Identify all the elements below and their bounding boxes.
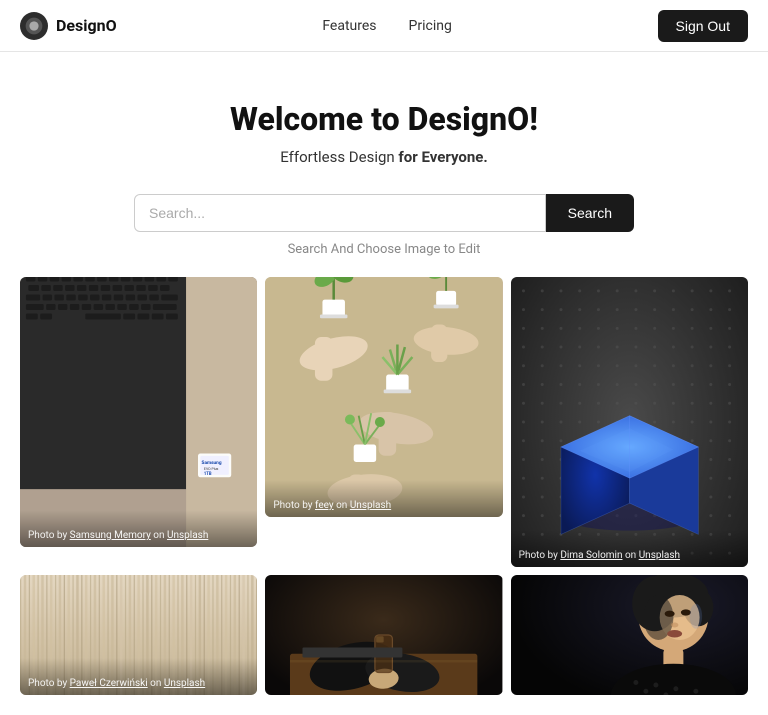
search-hint: Search And Choose Image to Edit (288, 242, 481, 257)
subtitle-plain: Effortless Design (280, 148, 398, 166)
grid-item-person-dark[interactable] (265, 575, 502, 695)
search-button[interactable]: Search (546, 194, 634, 232)
image-grid: Samsung EVO Plus 1TB Photo by Samsung Me… (0, 277, 768, 715)
grid-item-woman[interactable] (511, 575, 748, 695)
search-area: Search Search And Choose Image to Edit (0, 194, 768, 277)
navbar: DesignO Features Pricing Sign Out (0, 0, 768, 52)
source-link-wood[interactable]: Unsplash (164, 678, 205, 689)
source-link-cube[interactable]: Unsplash (639, 550, 680, 561)
svg-text:Samsung: Samsung (202, 460, 222, 466)
brand: DesignO (20, 12, 117, 40)
author-link-cube[interactable]: Dima Solomin (560, 550, 622, 561)
photo-bg-woman (511, 575, 748, 695)
photo-bg-laptop: Samsung EVO Plus 1TB (20, 277, 257, 547)
source-link-plants[interactable]: Unsplash (350, 500, 391, 511)
hero-title: Welcome to DesignO! (20, 100, 748, 138)
hero-section: Welcome to DesignO! Effortless Design fo… (0, 52, 768, 194)
grid-item-laptop[interactable]: Samsung EVO Plus 1TB Photo by Samsung Me… (20, 277, 257, 547)
nav-pricing[interactable]: Pricing (409, 18, 452, 34)
search-row: Search (134, 194, 634, 232)
caption-laptop: Photo by Samsung Memory on Unsplash (20, 510, 257, 547)
brand-name: DesignO (56, 16, 117, 35)
author-link-plants[interactable]: feey (315, 500, 334, 511)
source-link-laptop[interactable]: Unsplash (167, 530, 208, 541)
photo-bg-person-dark (265, 575, 502, 695)
grid-item-wood[interactable]: Photo by Paweł Czerwiński on Unsplash (20, 575, 257, 695)
caption-cube: Photo by Dima Solomin on Unsplash (511, 530, 748, 567)
photo-bg-cube (511, 277, 748, 567)
hero-subtitle: Effortless Design for Everyone. (20, 148, 748, 166)
caption-wood: Photo by Paweł Czerwiński on Unsplash (20, 658, 257, 695)
svg-text:1TB: 1TB (204, 472, 212, 477)
nav-links: Features Pricing (322, 18, 452, 34)
author-link-laptop[interactable]: Samsung Memory (70, 530, 151, 541)
search-input[interactable] (134, 194, 546, 232)
subtitle-bold: for Everyone. (398, 148, 487, 166)
author-link-wood[interactable]: Paweł Czerwiński (70, 678, 148, 689)
caption-plants: Photo by feey on Unsplash (265, 480, 502, 517)
brand-logo (20, 12, 48, 40)
svg-text:EVO Plus: EVO Plus (204, 467, 219, 471)
nav-features[interactable]: Features (322, 18, 376, 34)
signout-button[interactable]: Sign Out (658, 10, 748, 42)
grid-item-cube[interactable]: Photo by Dima Solomin on Unsplash (511, 277, 748, 567)
grid-item-plants[interactable]: Photo by feey on Unsplash (265, 277, 502, 517)
